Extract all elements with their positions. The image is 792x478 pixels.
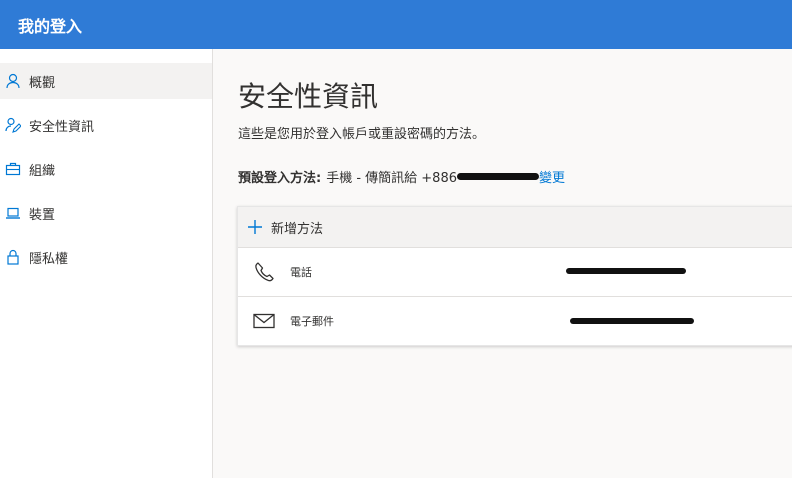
sidebar-item-organization[interactable]: 組織 — [0, 151, 212, 187]
redacted-email-value — [570, 318, 694, 324]
methods-card: 新增方法 電話 電子郵件 — [237, 206, 792, 346]
sidebar-item-security-info[interactable]: 安全性資訊 — [0, 107, 212, 143]
method-row-email: 電子郵件 — [238, 297, 792, 345]
sidebar-item-privacy[interactable]: 隱私權 — [0, 239, 212, 275]
redacted-phone-value — [566, 268, 686, 274]
method-label: 電子郵件 — [290, 315, 334, 328]
default-sign-in-method: 預設登入方法: 手機 - 傳簡訊給 +886 變更 — [238, 167, 565, 186]
plus-icon — [247, 219, 263, 235]
briefcase-icon — [5, 161, 21, 177]
lock-icon — [5, 249, 21, 265]
top-bar: 我的登入 — [0, 0, 792, 49]
default-method-label: 預設登入方法: — [238, 171, 322, 186]
sidebar-item-label: 組織 — [29, 163, 56, 179]
page-description: 這些是您用於登入帳戶或重設密碼的方法。 — [238, 127, 486, 142]
laptop-icon — [5, 205, 21, 221]
sidebar: 概觀 安全性資訊 組織 裝置 隱私權 — [0, 49, 213, 478]
app-title[interactable]: 我的登入 — [18, 13, 82, 37]
method-row-phone: 電話 — [238, 248, 792, 297]
sidebar-item-overview[interactable]: 概觀 — [0, 63, 212, 99]
method-label: 電話 — [290, 266, 312, 279]
add-method-label: 新增方法 — [271, 221, 324, 237]
mail-icon — [252, 309, 276, 333]
person-icon — [5, 73, 21, 89]
add-method-button[interactable]: 新增方法 — [238, 207, 792, 248]
sidebar-item-label: 隱私權 — [29, 251, 69, 267]
sidebar-item-label: 安全性資訊 — [29, 119, 95, 135]
redacted-phone — [457, 173, 539, 180]
change-default-link[interactable]: 變更 — [539, 167, 565, 186]
main-content: 安全性資訊 這些是您用於登入帳戶或重設密碼的方法。 預設登入方法: 手機 - 傳… — [213, 49, 792, 478]
sidebar-item-devices[interactable]: 裝置 — [0, 195, 212, 231]
phone-icon — [252, 260, 276, 284]
page-title: 安全性資訊 — [238, 80, 379, 113]
default-method-value: 手機 - 傳簡訊給 +886 — [326, 171, 457, 186]
person-edit-icon — [5, 117, 21, 133]
sidebar-item-label: 概觀 — [29, 75, 56, 91]
sidebar-item-label: 裝置 — [29, 207, 56, 223]
